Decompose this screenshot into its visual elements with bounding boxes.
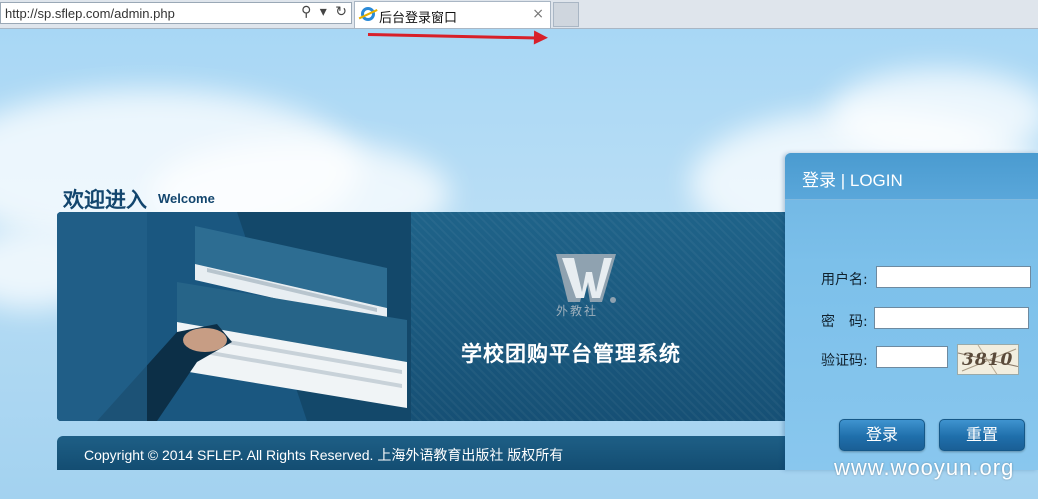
cloud-decoration [830,69,1038,159]
browser-tab[interactable]: 后台登录窗口 × [354,1,551,28]
address-url[interactable]: http://sp.sflep.com/admin.php [5,6,175,21]
system-title: 学校团购平台管理系统 [461,342,681,366]
refresh-icon[interactable]: ↻ [335,4,347,20]
address-bar[interactable]: http://sp.sflep.com/admin.php ⚲ ▾ ↻ [0,2,352,24]
tab-title: 后台登录窗口 [379,10,458,25]
copyright-text: Copyright © 2014 SFLEP. All Rights Reser… [84,447,564,463]
login-title: 登录 | LOGIN [802,171,903,190]
captcha-text: 3810 [962,350,1014,370]
captcha-input[interactable] [876,346,948,368]
logo-text: 外教社 [556,304,599,318]
search-icon[interactable]: ⚲ [301,4,311,20]
reset-button[interactable]: 重置 [939,419,1025,451]
banner-pattern [411,212,787,421]
books-photo [57,212,411,421]
footer-bar: Copyright © 2014 SFLEP. All Rights Reser… [57,436,787,470]
new-tab-button[interactable] [553,2,579,27]
captcha-image[interactable]: 3810 [957,344,1019,375]
address-bar-icons: ⚲ ▾ ↻ [297,4,347,20]
captcha-label: 验证码: [821,353,868,369]
dropdown-chevron-icon[interactable]: ▾ [320,4,327,20]
welcome-heading-en: Welcome [158,191,215,206]
banner [57,212,787,421]
password-input[interactable] [874,307,1029,329]
username-input[interactable] [876,266,1031,288]
login-button[interactable]: 登录 [839,419,925,451]
ie-logo-icon [361,7,375,21]
browser-chrome: http://sp.sflep.com/admin.php ⚲ ▾ ↻ 后台登录… [0,0,1038,29]
password-label: 密 码: [821,314,868,330]
books-illustration [57,212,411,421]
annotation-arrow [367,33,538,40]
tab-close-icon[interactable]: × [532,6,544,22]
login-header: 登录 | LOGIN [785,153,1038,200]
watermark-text: www.wooyun.org [834,455,1015,480]
username-label: 用户名: [821,272,868,288]
welcome-heading-cn: 欢迎进入 [63,187,147,212]
